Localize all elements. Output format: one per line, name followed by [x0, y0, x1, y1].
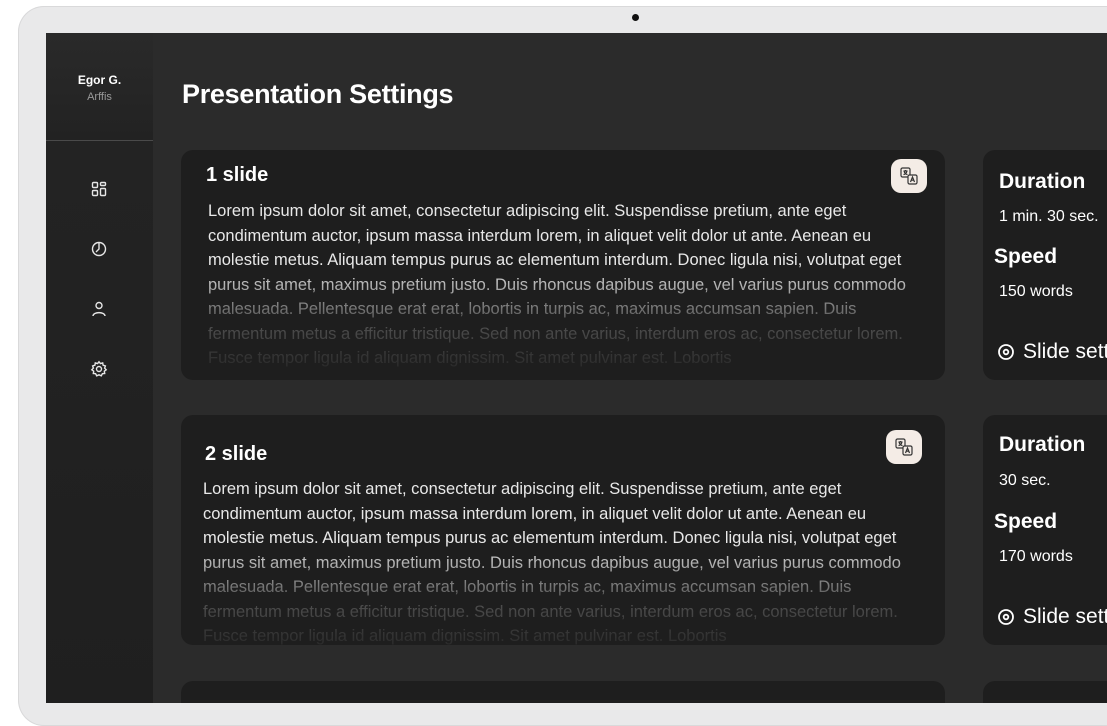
slide-text: Lorem ipsum dolor sit amet, consectetur … [208, 202, 906, 367]
slide-info-card: Duration 30 sec. Speed 170 words Slide s… [983, 415, 1107, 645]
slide-settings-link[interactable]: Slide settings [997, 605, 1107, 629]
duration-value: 1 min. 30 sec. [999, 208, 1099, 225]
slide-info-card: Duration 1 min. 30 sec. Speed 150 words … [983, 150, 1107, 380]
slide-title: 2 slide [205, 443, 268, 465]
slide-settings-label: Slide settings [1023, 605, 1107, 628]
slide-settings-label: Slide settings [1023, 340, 1107, 363]
user-icon[interactable] [90, 300, 108, 318]
duration-label: Duration [999, 170, 1086, 193]
timer-icon[interactable] [90, 240, 108, 258]
speed-value: 170 words [999, 548, 1073, 565]
slide-info-card [983, 681, 1107, 703]
translate-icon [900, 167, 918, 185]
duration-value: 30 sec. [999, 472, 1051, 489]
slide-settings-link[interactable]: Slide settings [997, 340, 1107, 364]
user-organization: Arffis [87, 91, 112, 103]
page-title: Presentation Settings [182, 79, 454, 109]
speed-label: Speed [994, 510, 1058, 533]
translate-icon [895, 438, 913, 456]
app-screen: Egor G. Arffis Presentation Settings 1 s… [46, 33, 1107, 703]
settings-cog-icon [998, 609, 1014, 625]
gear-icon[interactable] [90, 360, 108, 378]
settings-cog-icon [998, 344, 1014, 360]
translate-button[interactable] [891, 159, 927, 193]
sidebar: Egor G. Arffis [46, 33, 153, 703]
user-name: Egor G. [77, 73, 122, 87]
slide-title: 1 slide [206, 164, 269, 186]
slide-card[interactable]: 2 slide Lorem ipsum dolor sit amet, cons… [181, 415, 945, 645]
slide-card[interactable] [181, 681, 945, 703]
dashboard-icon[interactable] [90, 180, 108, 198]
duration-label: Duration [999, 433, 1086, 456]
camera-dot [632, 14, 639, 21]
user-profile[interactable]: Egor G. Arffis [46, 33, 153, 141]
translate-button[interactable] [886, 430, 922, 464]
speed-value: 150 words [999, 283, 1073, 300]
slide-text: Lorem ipsum dolor sit amet, consectetur … [203, 480, 901, 645]
slide-card[interactable]: 1 slide Lorem ipsum dolor sit amet, cons… [181, 150, 945, 380]
speed-label: Speed [994, 245, 1058, 268]
